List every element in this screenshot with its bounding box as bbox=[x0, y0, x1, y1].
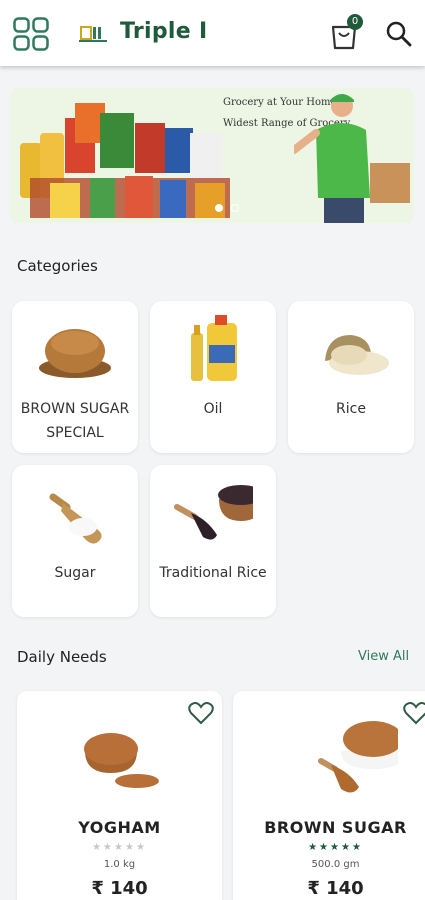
app-title: Triple I bbox=[120, 19, 208, 44]
search-icon[interactable] bbox=[385, 20, 413, 48]
product-price: ₹ 140 bbox=[91, 878, 148, 899]
category-rice[interactable]: Rice bbox=[288, 301, 414, 453]
category-label: BROWN SUGAR SPECIAL bbox=[20, 401, 130, 441]
product-weight: 500.0 gm bbox=[311, 859, 360, 870]
category-sugar[interactable]: Sugar bbox=[12, 465, 138, 617]
sugar-image bbox=[49, 493, 102, 544]
category-brown-sugar-special[interactable]: BROWN SUGAR SPECIAL bbox=[12, 301, 138, 453]
heart-icon[interactable] bbox=[188, 701, 214, 725]
categories-heading: Categories bbox=[17, 257, 98, 275]
category-label: Traditional Rice bbox=[159, 565, 267, 581]
category-label: Rice bbox=[336, 401, 366, 417]
app-header: Triple I 0 bbox=[0, 0, 425, 66]
view-all-link[interactable]: View All bbox=[358, 649, 409, 664]
product-weight: 1.0 kg bbox=[103, 859, 136, 870]
heart-icon[interactable] bbox=[403, 701, 425, 725]
cart-count-badge: 0 bbox=[347, 14, 363, 30]
product-name: YOGHAM bbox=[78, 818, 161, 837]
product-rating: ★★★★★ bbox=[92, 842, 147, 853]
brown-sugar-image bbox=[39, 329, 111, 378]
rice-image bbox=[325, 335, 389, 375]
product-name: BROWN SUGAR bbox=[264, 818, 407, 837]
oil-image bbox=[191, 315, 237, 381]
product-card-brown-sugar[interactable]: BROWN SUGAR ★★★★★ 500.0 gm ₹ 140 bbox=[233, 691, 425, 900]
product-image bbox=[318, 721, 398, 793]
delivery-person-illustration bbox=[294, 94, 410, 223]
category-label: Sugar bbox=[54, 565, 96, 581]
grid-menu-icon[interactable] bbox=[13, 17, 49, 51]
pagination-dot[interactable] bbox=[231, 204, 239, 212]
daily-needs-heading: Daily Needs bbox=[17, 648, 107, 666]
pagination-dot[interactable] bbox=[215, 204, 223, 212]
brand-logo bbox=[79, 26, 107, 42]
traditional-rice-image bbox=[174, 485, 253, 540]
grocery-products-illustration bbox=[20, 103, 230, 218]
category-oil[interactable]: Oil bbox=[150, 301, 276, 453]
product-image bbox=[84, 733, 159, 788]
product-price: ₹ 140 bbox=[307, 878, 364, 899]
product-card-yogham[interactable]: YOGHAM ★★★★★ 1.0 kg ₹ 140 bbox=[17, 691, 222, 900]
category-label: Oil bbox=[203, 401, 223, 417]
banner-pagination bbox=[215, 204, 239, 212]
category-traditional-rice[interactable]: Traditional Rice bbox=[150, 465, 276, 617]
promo-banner[interactable]: Grocery at Your Home Widest Range of Gro… bbox=[10, 88, 414, 223]
product-rating: ★★★★★ bbox=[308, 842, 363, 853]
